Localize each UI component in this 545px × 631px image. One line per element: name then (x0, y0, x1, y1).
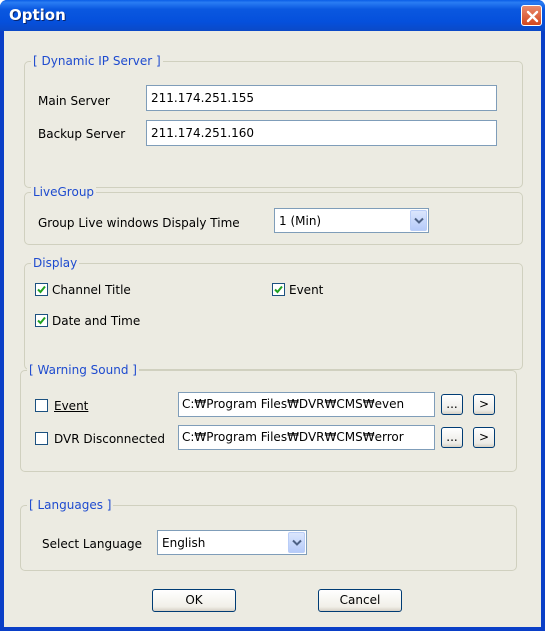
display-event-checkbox[interactable] (272, 283, 285, 296)
disconnect-sound-browse-button[interactable]: ... (441, 427, 463, 448)
live-group-legend: LiveGroup (31, 184, 97, 200)
channel-title-checkbox[interactable] (35, 283, 48, 296)
dynamic-ip-legend: [ Dynamic IP Server ] (31, 53, 163, 69)
backup-server-label: Backup Server (38, 127, 126, 141)
checkmark-icon (37, 285, 46, 294)
display-legend: Display (31, 255, 80, 271)
warning-sound-group: [ Warning Sound ] (20, 362, 517, 472)
cancel-button[interactable]: Cancel (318, 589, 402, 612)
channel-title-label[interactable]: Channel Title (52, 282, 131, 298)
event-sound-path-input[interactable]: C:₩Program Files₩DVR₩CMS₩even (178, 392, 435, 417)
display-time-select[interactable]: 1 (Min) (274, 208, 429, 233)
dialog-body: [ Dynamic IP Server ] Main Server 211.17… (4, 31, 541, 627)
title-bar[interactable]: Option (0, 0, 545, 31)
date-time-label[interactable]: Date and Time (52, 313, 140, 329)
backup-server-input[interactable]: 211.174.251.160 (146, 120, 497, 146)
close-button[interactable] (521, 5, 542, 26)
main-server-label: Main Server (38, 94, 110, 108)
close-icon (526, 10, 539, 23)
language-dropdown-button[interactable] (288, 532, 305, 553)
date-time-checkbox[interactable] (35, 314, 48, 327)
disconnect-sound-path-input[interactable]: C:₩Program Files₩DVR₩CMS₩error (178, 425, 435, 450)
checkmark-icon (274, 285, 283, 294)
display-event-label[interactable]: Event (289, 282, 323, 298)
window-title: Option (9, 6, 66, 24)
event-sound-play-button[interactable]: > (473, 394, 495, 415)
chevron-down-icon (292, 539, 302, 546)
checkmark-icon (37, 316, 46, 325)
display-time-dropdown-button[interactable] (410, 210, 427, 231)
display-time-value: 1 (Min) (279, 214, 322, 228)
chevron-down-icon (414, 217, 424, 224)
display-time-label: Group Live windows Dispaly Time (38, 216, 240, 230)
event-sound-browse-button[interactable]: ... (441, 394, 463, 415)
disconnect-sound-play-button[interactable]: > (473, 427, 495, 448)
main-server-input[interactable]: 211.174.251.155 (146, 85, 497, 111)
dvr-disconnected-label[interactable]: DVR Disconnected (54, 431, 165, 447)
warning-event-label[interactable]: Event (54, 398, 88, 414)
language-value: English (162, 536, 206, 550)
dvr-disconnected-checkbox[interactable] (35, 432, 48, 445)
select-language-label: Select Language (42, 537, 143, 551)
ok-button[interactable]: OK (152, 589, 236, 612)
language-select[interactable]: English (157, 530, 307, 555)
option-dialog: Option [ Dynamic IP Server ] Main Server… (0, 0, 545, 631)
warning-sound-legend: [ Warning Sound ] (27, 362, 139, 378)
languages-legend: [ Languages ] (27, 497, 114, 513)
warning-event-checkbox[interactable] (35, 399, 48, 412)
